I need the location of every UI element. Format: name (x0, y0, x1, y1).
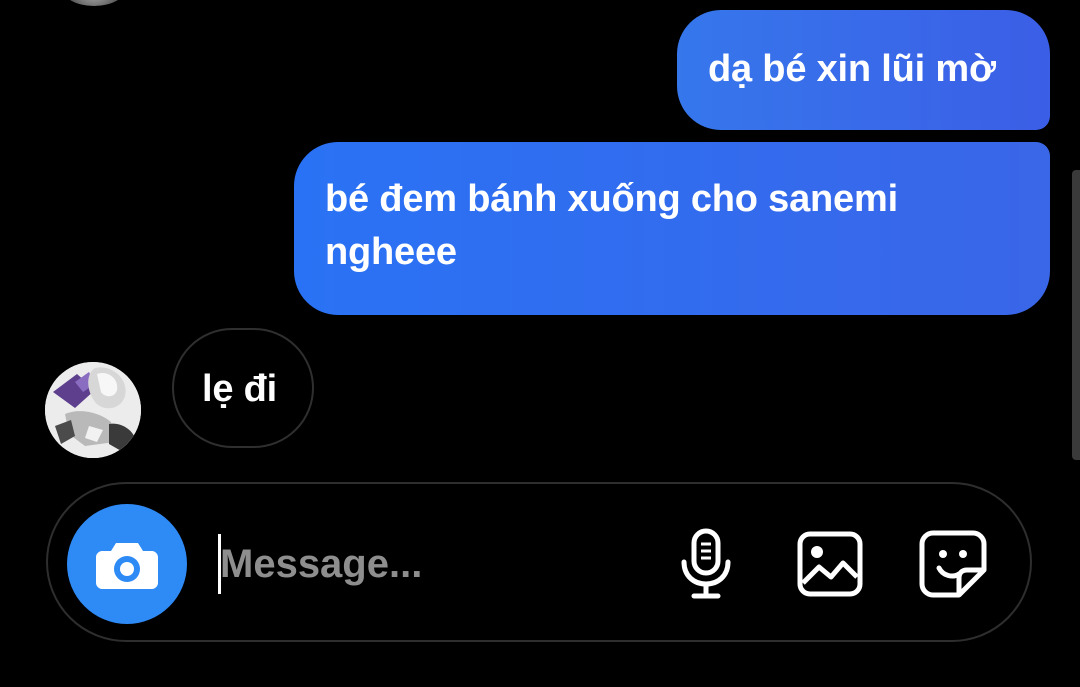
gallery-button[interactable] (792, 526, 868, 602)
camera-button[interactable] (67, 504, 187, 624)
sticker-button[interactable] (915, 526, 991, 602)
contact-avatar[interactable] (45, 362, 141, 458)
scrollbar[interactable] (1072, 170, 1080, 460)
voice-message-button[interactable] (668, 526, 744, 602)
sticker-icon (919, 530, 987, 598)
message-input[interactable] (220, 536, 640, 592)
previous-avatar-fragment (62, 0, 126, 6)
gallery-icon (797, 531, 863, 597)
avatar-image (45, 362, 141, 458)
message-text: dạ bé xin lũi mờ (708, 48, 996, 90)
sent-message-bubble[interactable]: bé đem bánh xuống cho sanemi ngheee (294, 142, 1050, 315)
received-message-bubble[interactable]: lẹ đi (172, 328, 314, 448)
message-text: lẹ đi (202, 368, 278, 410)
camera-icon (96, 543, 158, 589)
message-composer (46, 482, 1032, 642)
microphone-icon (681, 528, 731, 599)
sent-message-bubble[interactable]: dạ bé xin lũi mờ (677, 10, 1050, 130)
message-text: bé đem bánh xuống cho sanemi ngheee (325, 178, 898, 273)
